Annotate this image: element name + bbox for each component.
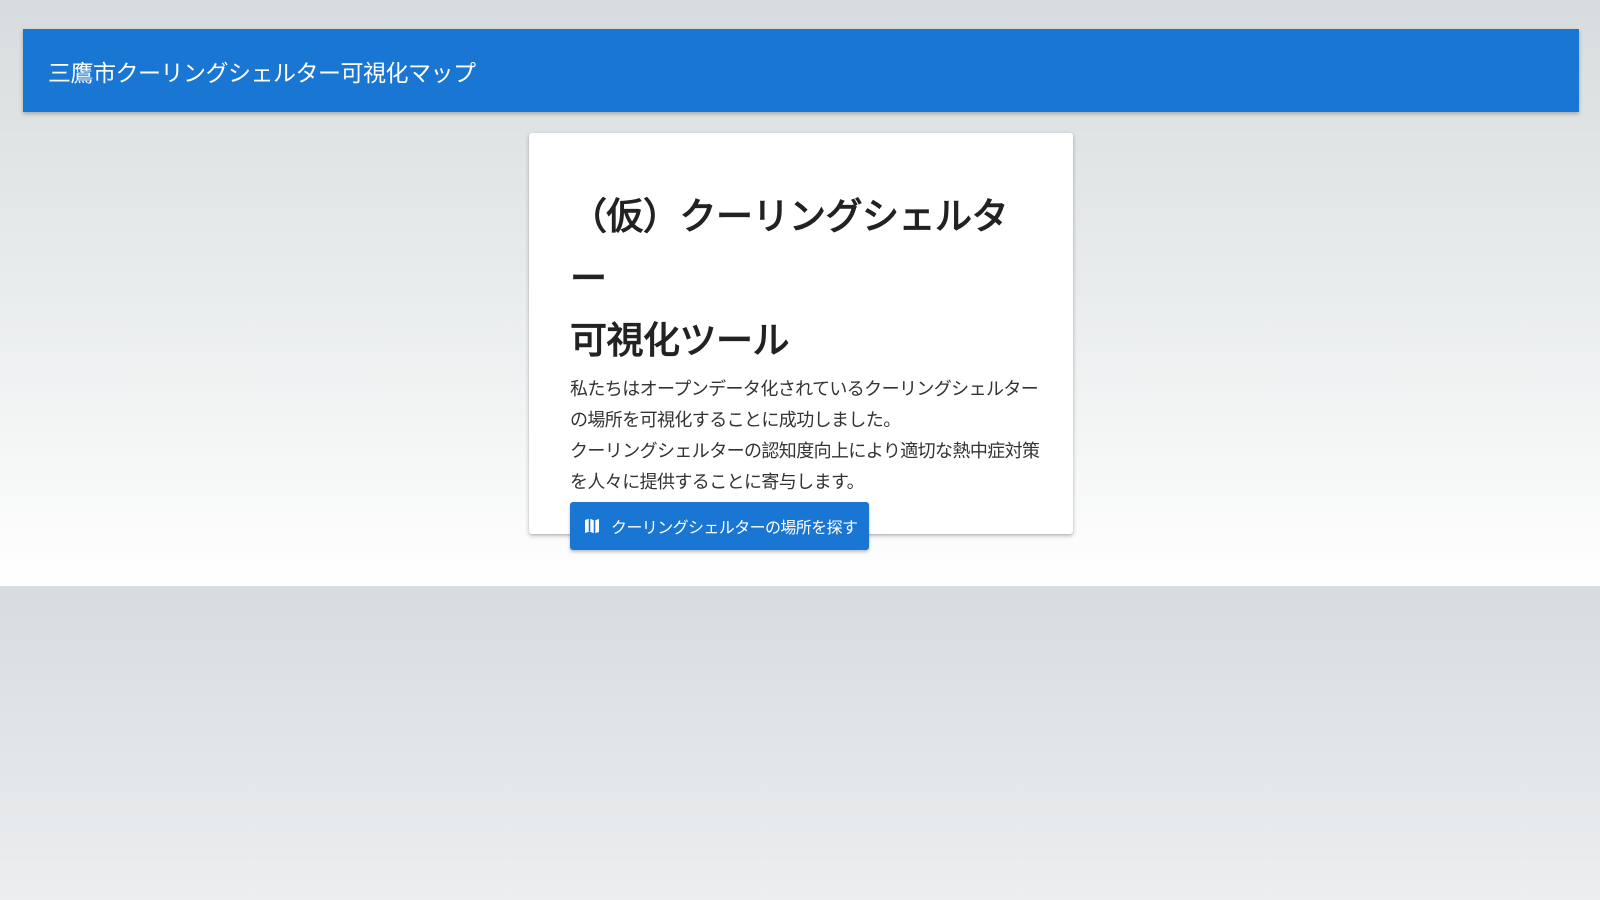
hero-title-line-1: （仮）クーリングシェルター <box>570 195 1009 300</box>
hero-title: （仮）クーリングシェルター 可視化ツール <box>570 186 1043 372</box>
app-title: 三鷹市クーリングシェルター可視化マップ <box>48 60 476 87</box>
find-shelter-button[interactable]: クーリングシェルターの場所を探す <box>570 502 869 550</box>
hero-card: （仮）クーリングシェルター 可視化ツール 私たちはオープンデータ化されているクー… <box>529 133 1073 550</box>
hero-description-line: 私たちはオープンデータ化されているクーリングシェルター <box>570 379 1039 400</box>
hero-description-line: を人々に提供することに寄与します。 <box>570 472 865 493</box>
find-shelter-button-label: クーリングシェルターの場所を探す <box>611 518 858 537</box>
map-icon <box>582 516 602 536</box>
hero-description-line: の場所を可視化することに成功しました。 <box>570 410 901 431</box>
hero-description-line: クーリングシェルターの認知度向上により適切な熱中症対策 <box>570 441 1040 462</box>
hero-title-line-2: 可視化ツール <box>570 319 790 362</box>
hero-description: 私たちはオープンデータ化されているクーリングシェルター の場所を可視化することに… <box>570 374 1043 498</box>
app-header: 三鷹市クーリングシェルター可視化マップ <box>23 29 1579 112</box>
